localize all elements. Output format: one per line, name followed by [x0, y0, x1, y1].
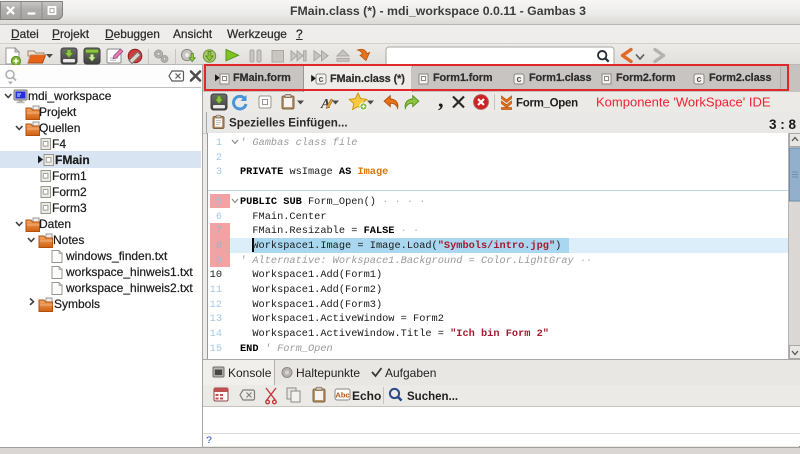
svg-text:3 : 8: 3 : 8 — [769, 117, 797, 132]
svg-text:Form_Open: Form_Open — [516, 98, 578, 110]
svg-text:Abc: Abc — [335, 391, 349, 400]
svg-text:Echo: Echo — [352, 389, 381, 403]
svg-text:Aufgaben: Aufgaben — [385, 366, 436, 380]
svg-text:Komponente 'WorkSpace' IDE: Komponente 'WorkSpace' IDE — [596, 95, 771, 110]
svg-text:Spezielles Einfügen...: Spezielles Einfügen... — [229, 117, 348, 130]
svg-text:Suchen...: Suchen... — [407, 391, 458, 403]
svg-text:Haltepunkte: Haltepunkte — [296, 366, 360, 380]
svg-text:Konsole: Konsole — [228, 366, 272, 380]
